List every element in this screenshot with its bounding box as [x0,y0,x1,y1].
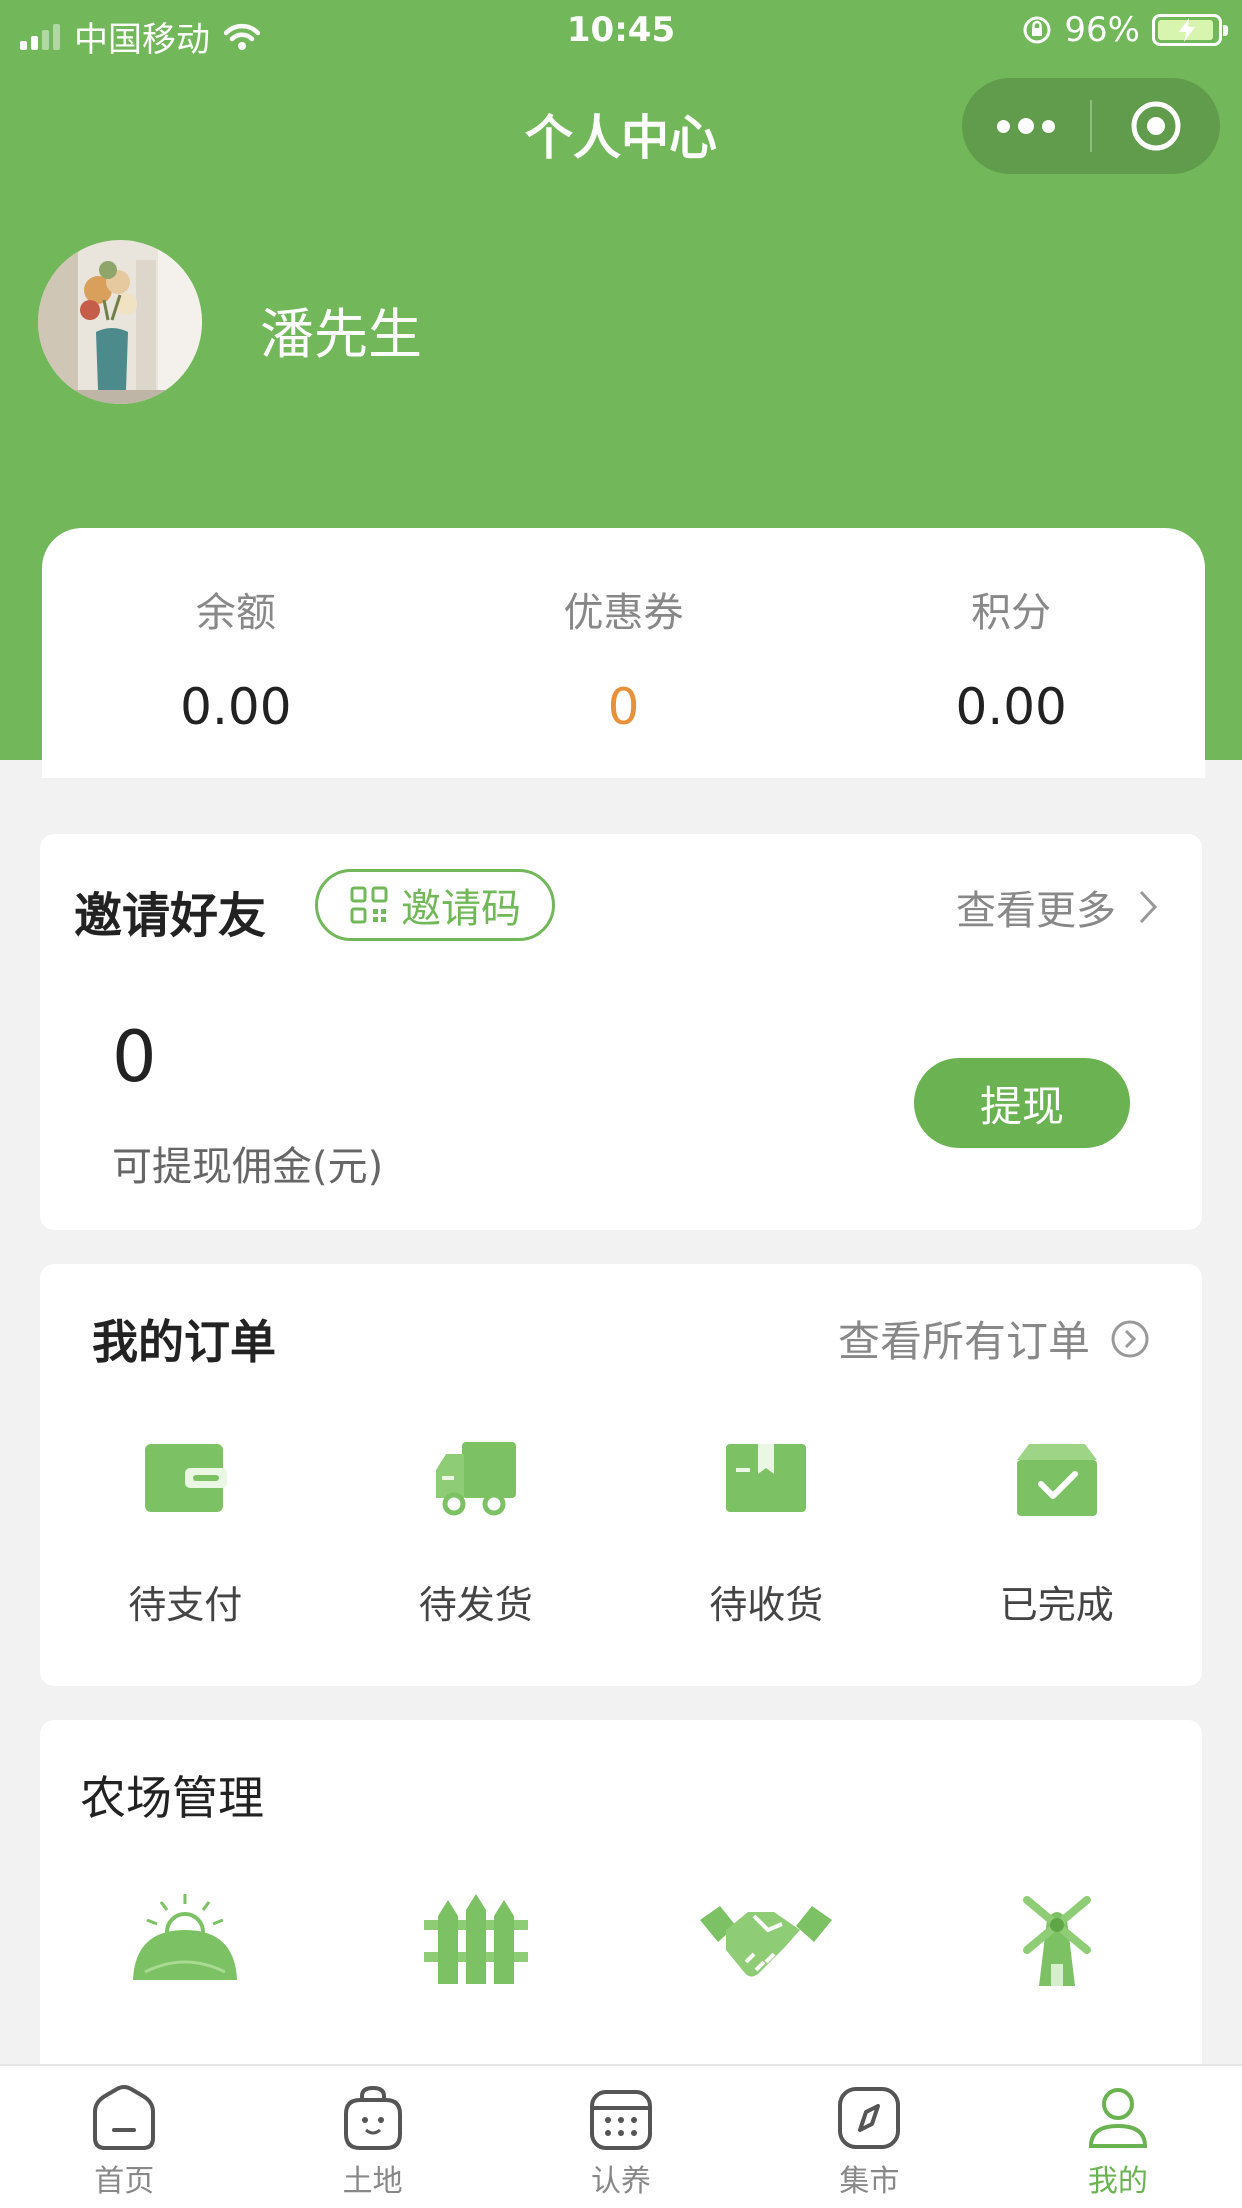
tab-market[interactable]: 集市 [745,2066,993,2208]
package-icon [726,1444,807,1512]
invite-code-button[interactable]: 邀请码 [315,869,555,941]
order-pending-shipment[interactable]: 待发货 [331,1440,622,1629]
bag-icon [343,2085,402,2150]
tab-home[interactable]: 首页 [0,2066,248,2208]
compass-icon [838,2087,901,2149]
target-icon [1131,101,1181,151]
status-right: 96% [1022,10,1228,50]
see-more-link[interactable]: 查看更多 [956,878,1158,936]
stat-label: 优惠券 [563,590,684,636]
calendar-icon [590,2090,653,2150]
box-check-icon [1016,1444,1097,1516]
order-completed[interactable]: 已完成 [912,1440,1203,1629]
invite-code-label: 邀请码 [401,886,521,932]
close-miniprogram-button[interactable] [1092,78,1220,174]
stat-label: 积分 [971,590,1052,636]
windmill-icon [1022,1896,1091,1986]
battery-icon [1152,14,1228,46]
farm-menu-row [40,1890,1202,1990]
bottom-tab-bar: 首页 土地 认养 集市 我的 [0,2064,1242,2208]
account-stats-card: 余额 0.00 优惠券 0 积分 0.00 [42,528,1205,778]
circle-chevron-right-icon [1111,1320,1149,1357]
stat-value: 0.00 [955,678,1067,736]
tab-adopt[interactable]: 认养 [497,2066,745,2208]
view-all-orders-link[interactable]: 查看所有订单 [838,1308,1150,1369]
tab-label: 我的 [1087,2164,1148,2199]
order-status-label: 已完成 [999,1583,1114,1627]
tab-label: 土地 [342,2164,403,2199]
battery-percent: 96% [1064,10,1140,50]
rotation-lock-icon [1023,16,1051,44]
order-status-label: 待支付 [128,1583,243,1627]
invite-title: 邀请好友 [74,888,267,944]
tab-land[interactable]: 土地 [248,2066,496,2208]
wallet-icon [145,1444,228,1512]
stat-value: 0.00 [180,678,292,736]
see-more-label: 查看更多 [956,888,1116,934]
stat-balance[interactable]: 余额 0.00 [42,528,430,778]
personal-center-page: 中国移动 10:45 96% 个人中心 潘先生 余额 0.00 优惠券 0 积分… [0,0,1242,2208]
fence-icon [423,1894,528,1984]
orders-title: 我的订单 [92,1315,276,1369]
farm-cooperation[interactable] [621,1890,912,1990]
avatar[interactable] [38,240,202,404]
stat-points[interactable]: 积分 0.00 [817,528,1205,778]
user-name: 潘先生 [260,303,422,366]
farm-management-card: 农场管理 [40,1720,1202,2120]
stat-label: 余额 [195,590,276,636]
order-status-row: 待支付 待发货 待收货 已完成 [40,1440,1202,1629]
commission-label: 可提现佣金(元) [112,1144,384,1190]
order-pending-receipt[interactable]: 待收货 [621,1440,912,1629]
invite-friends-card: 邀请好友 邀请码 查看更多 0 可提现佣金(元) 提现 [40,834,1202,1230]
avatar-image [38,240,202,404]
order-pending-payment[interactable]: 待支付 [40,1440,331,1629]
farm-my-favorites[interactable] [912,1890,1203,1990]
commission-amount: 0 [112,1016,157,1098]
mini-program-capsule [962,78,1220,174]
tab-label: 认养 [591,2164,652,2199]
home-icon [93,2085,156,2150]
view-all-orders-label: 查看所有订单 [837,1317,1090,1366]
status-bar: 中国移动 10:45 96% [0,0,1242,62]
handshake-icon [700,1906,833,1977]
qr-code-icon [350,886,388,924]
stat-coupons[interactable]: 优惠券 0 [430,528,818,778]
tab-mine[interactable]: 我的 [994,2066,1242,2208]
stat-value: 0 [607,678,640,736]
my-orders-card: 我的订单 查看所有订单 待支付 待发货 待收货 已完成 [40,1264,1202,1686]
order-status-label: 待发货 [418,1583,533,1627]
withdraw-button[interactable]: 提现 [914,1058,1130,1148]
chevron-right-icon [1139,890,1158,924]
tab-label: 首页 [94,2164,155,2199]
farm-my-field[interactable] [40,1890,331,1990]
farm-my-adoption[interactable] [331,1890,622,1990]
user-icon [1088,2088,1147,2148]
farm-title: 农场管理 [80,1771,264,1825]
order-status-label: 待收货 [709,1583,824,1627]
truck-icon [435,1442,516,1516]
more-button[interactable] [962,78,1090,174]
tab-label: 集市 [839,2164,900,2199]
sunrise-field-icon [133,1894,238,1980]
